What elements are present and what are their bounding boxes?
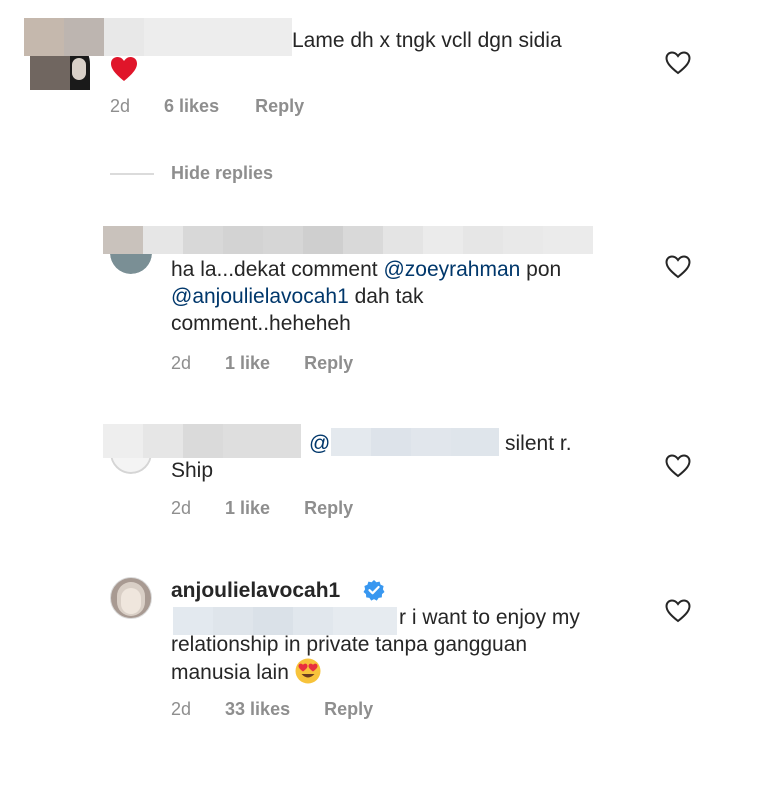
comment-text: Ship	[171, 459, 214, 482]
likes-count[interactable]: 33 likes	[225, 699, 290, 720]
comment-text: ha la...dekat comment @zoeyrahman pon @a…	[171, 258, 562, 335]
comment-meta: 2d 33 likes Reply	[171, 699, 373, 720]
comment-meta: 2d 1 like Reply	[171, 353, 353, 374]
heart-eyes-emoji	[295, 658, 321, 684]
mention-at[interactable]: @	[309, 430, 330, 457]
timestamp[interactable]: 2d	[171, 699, 191, 720]
comment-text: relationship in private tanpa gangguan	[171, 633, 528, 656]
hide-replies-divider	[110, 173, 154, 175]
mention-redacted	[331, 428, 499, 456]
comment-meta: 2d 6 likes Reply	[110, 96, 304, 117]
like-heart-icon[interactable]	[665, 599, 691, 623]
timestamp[interactable]: 2d	[110, 96, 130, 117]
mention-link[interactable]: @anjoulielavocah1	[171, 285, 349, 308]
comment-meta: 2d 1 like Reply	[171, 498, 353, 519]
red-heart-emoji	[111, 57, 137, 81]
username-link[interactable]: anjoulielavocah1	[171, 577, 340, 604]
reply-button[interactable]: Reply	[324, 699, 373, 720]
username-redacted	[24, 18, 292, 56]
avatar[interactable]	[110, 577, 152, 619]
reply-button[interactable]: Reply	[304, 353, 353, 374]
verified-badge-icon	[363, 580, 385, 601]
likes-count[interactable]: 6 likes	[164, 96, 219, 117]
timestamp[interactable]: 2d	[171, 353, 191, 374]
mention-link[interactable]: @zoeyrahman	[383, 258, 520, 281]
likes-count[interactable]: 1 like	[225, 498, 270, 519]
timestamp[interactable]: 2d	[171, 498, 191, 519]
likes-count[interactable]: 1 like	[225, 353, 270, 374]
hide-replies-button[interactable]: Hide replies	[171, 163, 273, 184]
username-redacted	[103, 226, 593, 254]
comment-text: Lame dh x tngk vcll dgn sidia	[292, 29, 562, 52]
like-heart-icon[interactable]	[665, 454, 691, 478]
reply-button[interactable]: Reply	[304, 498, 353, 519]
comment-text: silent r.	[505, 432, 572, 455]
reply-button[interactable]: Reply	[255, 96, 304, 117]
like-heart-icon[interactable]	[665, 255, 691, 279]
comment-text: r i want to enjoy my	[399, 606, 580, 629]
comment-text: manusia lain	[171, 658, 321, 686]
like-heart-icon[interactable]	[665, 51, 691, 75]
username-redacted	[103, 424, 301, 458]
